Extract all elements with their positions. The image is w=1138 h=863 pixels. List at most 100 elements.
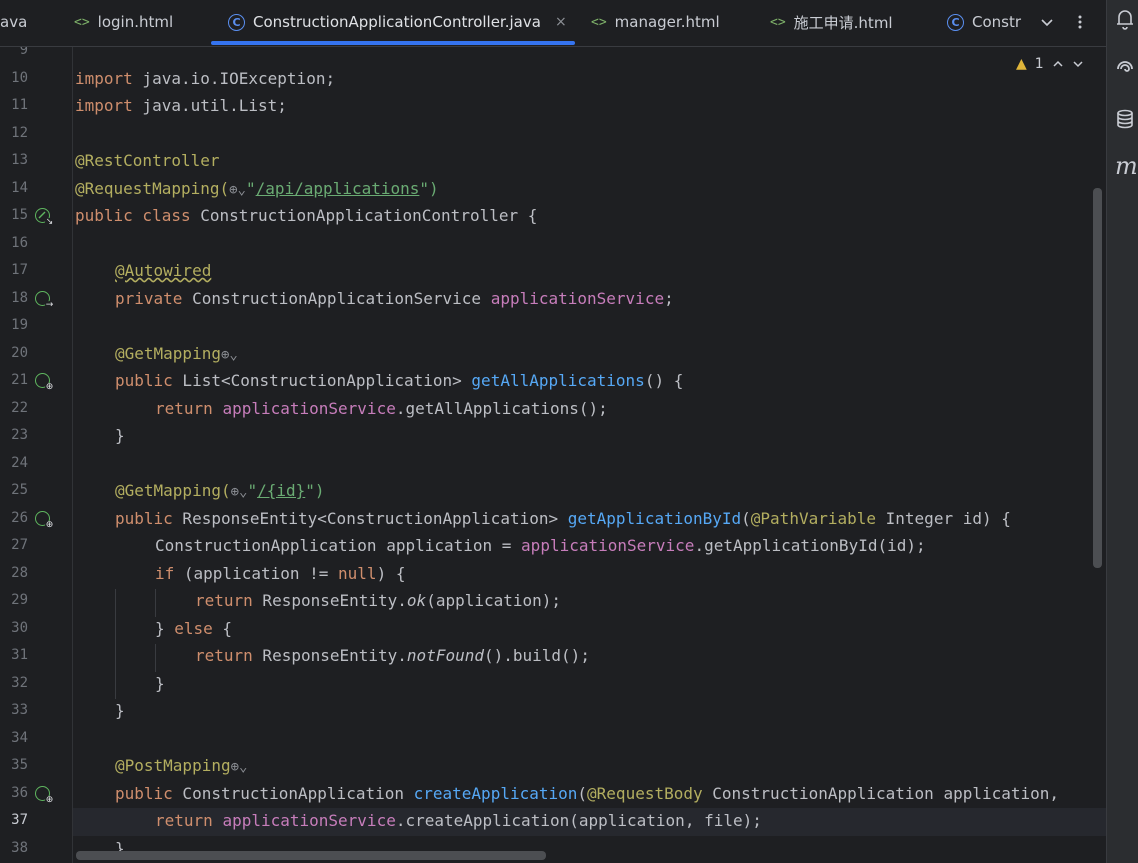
line-number: 36 bbox=[11, 784, 28, 801]
line-number: 23 bbox=[11, 427, 28, 443]
bell-icon[interactable] bbox=[1115, 8, 1135, 35]
close-icon[interactable]: × bbox=[555, 14, 567, 30]
code-line-27: ConstructionApplication application = ap… bbox=[155, 536, 926, 555]
html-file-icon: <> bbox=[74, 14, 90, 30]
editor-tab-bar: ava <> login.html C ConstructionApplicat… bbox=[0, 0, 1106, 47]
warning-count: 1 bbox=[1034, 56, 1044, 72]
chevron-up-icon[interactable] bbox=[1052, 58, 1064, 70]
line-number: 15 bbox=[11, 207, 28, 223]
chevron-down-icon[interactable] bbox=[1072, 58, 1084, 70]
tab-label: Constr bbox=[972, 13, 1022, 31]
code-line-32: } bbox=[155, 673, 165, 693]
line-number: 26 bbox=[11, 509, 28, 526]
tab-manager-html[interactable]: <> manager.html bbox=[591, 0, 720, 44]
tab-label: ava bbox=[0, 13, 28, 31]
line-number: 22 bbox=[11, 399, 28, 416]
chevron-down-icon bbox=[1041, 19, 1053, 27]
line-number: 32 bbox=[11, 674, 28, 691]
tab-more-button[interactable] bbox=[1076, 0, 1084, 44]
html-file-icon: <> bbox=[591, 14, 607, 30]
tab-construction-application-controller[interactable]: C ConstructionApplicationController.java… bbox=[228, 0, 567, 44]
right-tool-strip: m bbox=[1106, 0, 1138, 863]
tab-construction-apply-html[interactable]: <> 施工申请.html bbox=[770, 0, 893, 44]
code-line-23: } bbox=[115, 426, 125, 445]
line-number: 35 bbox=[11, 757, 28, 773]
autowired-bean-icon[interactable]: → bbox=[35, 291, 54, 310]
line-number: 37 bbox=[11, 812, 28, 828]
globe-icon: ⊕ bbox=[45, 795, 54, 805]
url-link[interactable]: /api/applications bbox=[256, 179, 420, 198]
java-class-icon: C bbox=[228, 13, 245, 31]
code-editor[interactable]: 9 10 11 12 13 14 15 16 17 18 19 20 21 22 23 24 25 26 27 28 2… bbox=[0, 47, 1106, 863]
line-number: 10 bbox=[11, 69, 28, 86]
line-number: 11 bbox=[11, 97, 28, 113]
code-line-17: @Autowired bbox=[115, 261, 212, 280]
endpoint-icon[interactable]: ⊕ bbox=[35, 511, 54, 530]
ai-assistant-icon[interactable] bbox=[1115, 58, 1135, 85]
tab-login-html[interactable]: <> login.html bbox=[74, 0, 173, 44]
horizontal-scrollbar[interactable] bbox=[76, 851, 546, 860]
more-vertical-icon bbox=[1078, 15, 1082, 29]
bean-class-icon[interactable]: ↘ bbox=[35, 208, 54, 227]
globe-icon[interactable]: ⊕⌄ bbox=[231, 484, 248, 500]
line-number: 21 bbox=[11, 372, 28, 388]
line-number: 31 bbox=[11, 647, 28, 663]
code-line-11: import java.util.List; bbox=[75, 96, 287, 115]
line-number: 19 bbox=[11, 317, 28, 333]
line-number: 29 bbox=[11, 592, 28, 608]
code-line-18: private ConstructionApplicationService a… bbox=[115, 288, 674, 308]
code-line-37: return applicationService.createApplicat… bbox=[155, 811, 762, 830]
url-link[interactable]: /{id} bbox=[257, 481, 305, 500]
java-class-icon: C bbox=[947, 13, 964, 31]
database-icon[interactable] bbox=[1115, 108, 1135, 135]
globe-icon: ⊕ bbox=[45, 382, 54, 392]
globe-icon[interactable]: ⊕⌄ bbox=[221, 347, 238, 363]
code-line-10: import java.io.IOException; bbox=[75, 68, 336, 88]
code-line-29: return ResponseEntity.ok(application); bbox=[195, 591, 562, 610]
code-line-31: return ResponseEntity.notFound().build()… bbox=[195, 646, 590, 665]
tab-label: login.html bbox=[97, 13, 174, 31]
code-line-36: public ConstructionApplication createApp… bbox=[115, 783, 1060, 803]
tab-label: 施工申请.html bbox=[793, 13, 893, 32]
line-number: 14 bbox=[11, 179, 28, 196]
arrow-icon: ↘ bbox=[45, 217, 54, 227]
line-number: 17 bbox=[11, 262, 28, 278]
line-number: 13 bbox=[11, 152, 28, 168]
code-line-28: if (application != null) { bbox=[155, 563, 406, 583]
inspection-widget[interactable]: ▲ 1 bbox=[1016, 55, 1084, 73]
warning-icon: ▲ bbox=[1016, 56, 1027, 72]
line-number: 38 bbox=[11, 839, 28, 856]
endpoint-icon[interactable]: ⊕ bbox=[35, 786, 54, 805]
globe-icon[interactable]: ⊕⌄ bbox=[231, 759, 248, 775]
line-number: 9 bbox=[19, 47, 28, 58]
code-line-30: } else { bbox=[155, 618, 233, 638]
tab-constr-partial[interactable]: C Constr bbox=[947, 0, 1023, 44]
maven-icon[interactable]: m bbox=[1115, 152, 1138, 180]
line-number: 34 bbox=[11, 729, 28, 746]
vertical-scrollbar[interactable] bbox=[1093, 188, 1102, 568]
code-line-15: public class ConstructionApplicationCont… bbox=[75, 206, 538, 225]
line-number: 28 bbox=[11, 564, 28, 581]
html-file-icon: <> bbox=[770, 14, 786, 30]
code-line-13: @RestController bbox=[75, 151, 220, 170]
globe-icon: ⊕ bbox=[45, 520, 54, 530]
line-number: 12 bbox=[11, 124, 28, 141]
line-number: 25 bbox=[11, 482, 28, 498]
line-number: 30 bbox=[11, 619, 28, 636]
tab-partial-java[interactable]: ava bbox=[0, 0, 27, 44]
code-line-35: @PostMapping⊕⌄ bbox=[115, 756, 248, 775]
code-line-26: public ResponseEntity<ConstructionApplic… bbox=[115, 508, 1011, 528]
tab-overflow-button[interactable] bbox=[1040, 0, 1054, 44]
code-line-33: } bbox=[115, 701, 125, 720]
active-tab-indicator bbox=[211, 41, 575, 45]
line-number: 24 bbox=[11, 454, 28, 471]
code-line-25: @GetMapping(⊕⌄"/{id}") bbox=[115, 481, 325, 500]
code-line-20: @GetMapping⊕⌄ bbox=[115, 343, 238, 363]
code-line-21: public List<ConstructionApplication> get… bbox=[115, 371, 684, 390]
line-number: 16 bbox=[11, 234, 28, 251]
endpoint-icon[interactable]: ⊕ bbox=[35, 373, 54, 392]
code-line-14: @RequestMapping(⊕⌄"/api/applications") bbox=[75, 178, 439, 198]
globe-icon[interactable]: ⊕⌄ bbox=[229, 182, 246, 198]
code-line-22: return applicationService.getAllApplicat… bbox=[155, 398, 608, 418]
line-number: 18 bbox=[11, 289, 28, 306]
